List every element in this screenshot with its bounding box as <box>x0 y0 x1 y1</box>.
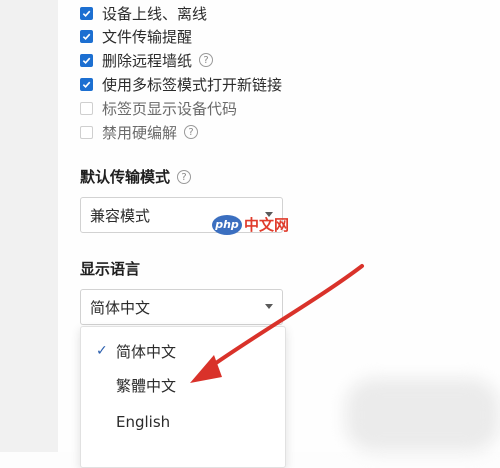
language-title: 显示语言 <box>80 258 140 279</box>
select-value: 简体中文 <box>90 298 151 317</box>
checkbox-checked-icon[interactable] <box>80 29 93 43</box>
checkbox-label: 删除远程墙纸 <box>102 51 193 70</box>
checkbox-file-transfer-reminder[interactable]: 文件传输提醒 <box>80 25 192 47</box>
language-select[interactable]: 简体中文 <box>80 289 283 325</box>
help-icon[interactable]: ? <box>199 53 214 67</box>
checkbox-remove-remote-wallpaper[interactable]: 删除远程墙纸 ? <box>80 49 214 71</box>
checkbox-label: 标签页显示设备代码 <box>102 99 238 118</box>
checkbox-label: 禁用硬编解 <box>102 123 178 142</box>
checkbox-unchecked-icon[interactable] <box>80 125 93 139</box>
section-title-text: 显示语言 <box>80 260 141 278</box>
help-icon[interactable]: ? <box>184 125 199 139</box>
dropdown-option-label: English <box>116 413 171 431</box>
checkbox-tab-show-device-code[interactable]: 标签页显示设备代码 <box>80 97 237 119</box>
checkbox-checked-icon[interactable] <box>80 6 93 20</box>
dropdown-option-english[interactable]: English <box>81 407 285 437</box>
watermark-text: 中文网 <box>244 216 290 234</box>
checkbox-multi-tab-mode[interactable]: 使用多标签模式打开新链接 <box>80 73 282 95</box>
checkbox-label: 设备上线、离线 <box>102 4 208 23</box>
checkbox-checked-icon[interactable] <box>80 77 93 91</box>
checkbox-label: 文件传输提醒 <box>102 27 193 46</box>
transfer-mode-title: 默认传输模式 ? <box>80 166 192 187</box>
blurred-background-region <box>345 378 500 452</box>
checkbox-device-online[interactable]: 设备上线、离线 <box>80 2 207 24</box>
checkbox-unchecked-icon[interactable] <box>80 101 93 115</box>
language-dropdown-menu: ✓ 简体中文 繁體中文 English <box>80 326 286 468</box>
check-icon: ✓ <box>96 343 108 359</box>
help-icon[interactable]: ? <box>177 169 192 184</box>
section-title-text: 默认传输模式 <box>80 168 171 186</box>
watermark-logo: php 中文网 <box>212 214 289 235</box>
left-sidebar-strip <box>0 0 59 452</box>
checkbox-label: 使用多标签模式打开新链接 <box>102 75 283 94</box>
chevron-down-icon <box>265 304 273 309</box>
checkbox-checked-icon[interactable] <box>80 53 93 67</box>
dropdown-option-label: 繁體中文 <box>116 376 177 395</box>
dropdown-option-simplified-chinese[interactable]: ✓ 简体中文 <box>81 336 285 366</box>
dropdown-option-label: 简体中文 <box>116 342 177 361</box>
watermark-badge: php <box>212 214 242 235</box>
checkbox-disable-hw-decode[interactable]: 禁用硬编解 ? <box>80 121 199 143</box>
dropdown-option-traditional-chinese[interactable]: 繁體中文 <box>81 370 285 400</box>
select-value: 兼容模式 <box>90 206 151 225</box>
